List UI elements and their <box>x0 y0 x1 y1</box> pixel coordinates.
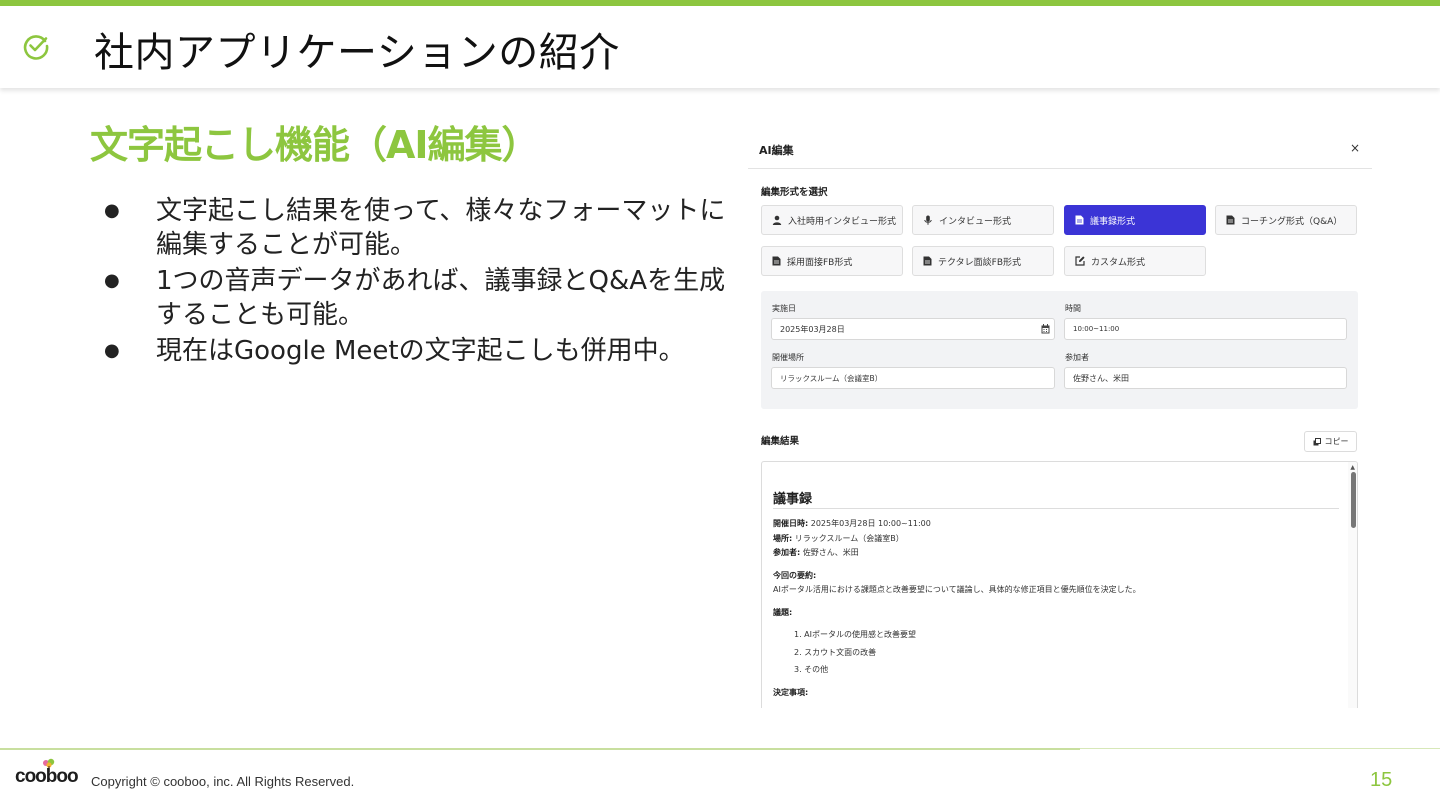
meeting-info-panel: 実施日 2025年03月28日 時間 10:00~11:00 開催場所 リラック… <box>761 291 1358 409</box>
format-select-label: 編集形式を選択 <box>761 187 828 198</box>
bullet-text: 現在はGoogle Meetの文字起こしも併用中。 <box>156 336 685 366</box>
summary-text: AIポータル活用における課題点と改善要望について議論し、具体的な修正項目と優先順… <box>773 585 1141 594</box>
bullet-text: 文字起こし結果を使って、様々なフォーマットに編集することが可能。 <box>156 196 726 260</box>
document-icon <box>1075 215 1084 225</box>
modal-divider <box>748 168 1372 169</box>
agenda-item: 3. その他 <box>794 665 829 674</box>
format-button-label: カスタム形式 <box>1091 257 1146 268</box>
place-line: 場所: リラックスルーム（会議室B） <box>773 533 904 544</box>
participants-line: 参加者: 佐野さん、米田 <box>773 547 859 558</box>
bullet-item: ● 1つの音声データがあれば、議事録とQ&Aを生成することも可能。 <box>100 264 730 332</box>
cooboo-logo: cooboo <box>15 758 85 790</box>
user-icon <box>772 215 782 225</box>
bullet-dot: ● <box>104 200 120 221</box>
document-icon <box>1226 215 1235 225</box>
time-input[interactable]: 10:00~11:00 <box>1064 318 1347 340</box>
scrollbar-thumb[interactable] <box>1351 472 1356 528</box>
format-button-label: コーチング形式（Q&A） <box>1241 216 1343 227</box>
agenda-heading: 議題: <box>773 607 792 618</box>
time-label: 時間 <box>1065 304 1081 313</box>
bullet-item: ● 現在はGoogle Meetの文字起こしも併用中。 <box>100 334 730 368</box>
format-button-label: インタビュー形式 <box>939 216 1012 227</box>
agenda-item: 2. スカウト文面の改善 <box>794 648 877 657</box>
format-button-coaching-qa[interactable]: コーチング形式（Q&A） <box>1215 205 1357 235</box>
page-title: 社内アプリケーションの紹介 <box>94 30 620 76</box>
document-icon <box>923 256 932 266</box>
format-button-onboarding-interview[interactable]: 入社時用インタビュー形式 <box>761 205 903 235</box>
bullet-text: 1つの音声データがあれば、議事録とQ&Aを生成することも可能。 <box>156 266 726 330</box>
place-input[interactable]: リラックスルーム（会議室B） <box>771 367 1055 389</box>
agenda-item: 1. AIポータルの使用感と改善要望 <box>794 630 917 639</box>
calendar-icon[interactable] <box>1041 324 1050 334</box>
place-key: 場所: <box>773 534 793 543</box>
scrollbar[interactable]: ▲ <box>1348 462 1357 708</box>
microphone-icon <box>924 215 932 225</box>
section-title: 文字起こし機能（AI編集） <box>90 123 540 167</box>
modal-title: AI編集 <box>759 144 794 157</box>
copy-button-label: コピー <box>1324 437 1349 446</box>
slide-header: 社内アプリケーションの紹介 <box>0 6 1440 88</box>
document-heading-rule <box>773 508 1339 509</box>
datetime-key: 開催日時: <box>773 519 809 528</box>
format-button-label: テクタレ面談FB形式 <box>938 257 1021 268</box>
copy-icon <box>1313 437 1321 445</box>
format-button-techtalent-fb[interactable]: テクタレ面談FB形式 <box>912 246 1054 276</box>
participants-input[interactable]: 佐野さん、米田 <box>1064 367 1347 389</box>
format-button-recruit-interview-fb[interactable]: 採用面接FB形式 <box>761 246 903 276</box>
format-button-custom[interactable]: カスタム形式 <box>1064 246 1206 276</box>
agenda-key: 議題: <box>773 608 793 617</box>
bullet-dot: ● <box>104 340 120 361</box>
footer-divider <box>0 748 1080 750</box>
format-button-interview[interactable]: インタビュー形式 <box>912 205 1054 235</box>
format-button-minutes[interactable]: 議事録形式 <box>1064 205 1206 235</box>
format-button-label: 入社時用インタビュー形式 <box>788 216 897 227</box>
date-value: 2025年03月28日 <box>780 324 845 334</box>
date-label: 実施日 <box>772 304 796 313</box>
summary-heading: 今回の要約: <box>773 570 816 581</box>
bullet-dot: ● <box>104 270 120 291</box>
bullet-list: ● 文字起こし結果を使って、様々なフォーマットに編集することが可能。 ● 1つの音声… <box>100 194 730 370</box>
date-input[interactable]: 2025年03月28日 <box>771 318 1055 340</box>
edit-icon <box>1075 256 1085 266</box>
participants-value: 佐野さん、米田 <box>800 548 859 557</box>
datetime-value: 2025年03月28日 10:00~11:00 <box>808 519 931 528</box>
format-button-label: 採用面接FB形式 <box>787 257 853 268</box>
place-value: リラックスルーム（会議室B） <box>792 534 904 543</box>
summary-key: 今回の要約: <box>773 571 817 580</box>
copyright-text: Copyright © cooboo, inc. All Rights Rese… <box>91 774 355 789</box>
place-label: 開催場所 <box>772 353 804 362</box>
copy-button[interactable]: コピー <box>1304 431 1357 452</box>
datetime-line: 開催日時: 2025年03月28日 10:00~11:00 <box>773 518 931 529</box>
participants-key: 参加者: <box>773 548 801 557</box>
result-output[interactable]: 議事録 開催日時: 2025年03月28日 10:00~11:00 場所: リラ… <box>761 461 1358 708</box>
decisions-heading: 決定事項: <box>773 687 808 698</box>
footer-divider-right <box>1080 748 1440 749</box>
decisions-key: 決定事項: <box>773 688 809 697</box>
page-number: 15 <box>1370 769 1393 791</box>
scroll-up-arrow-icon[interactable]: ▲ <box>1350 464 1355 471</box>
close-button[interactable]: × <box>1350 141 1360 155</box>
document-heading: 議事録 <box>773 492 813 507</box>
logo-wordmark: cooboo <box>15 766 79 787</box>
result-label: 編集結果 <box>761 436 800 447</box>
participants-label: 参加者 <box>1065 353 1089 362</box>
check-circle-icon <box>23 35 49 60</box>
document-icon <box>772 256 781 266</box>
ai-edit-modal: AI編集 × 編集形式を選択 入社時用インタビュー形式 インタビュー形式 議事録… <box>748 128 1378 708</box>
format-button-label: 議事録形式 <box>1090 216 1136 227</box>
bullet-item: ● 文字起こし結果を使って、様々なフォーマットに編集することが可能。 <box>100 194 730 262</box>
